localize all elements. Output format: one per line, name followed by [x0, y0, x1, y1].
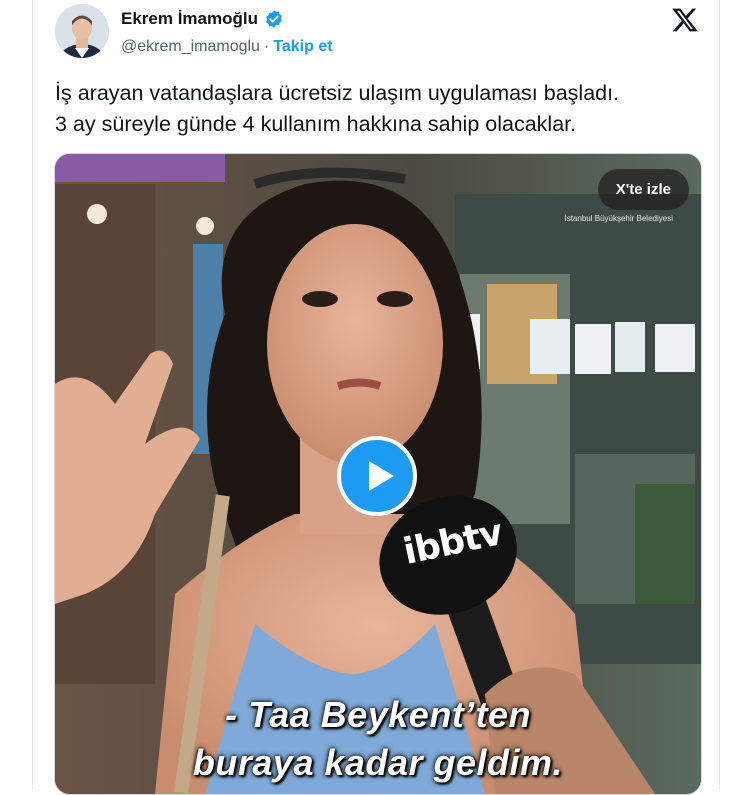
tweet-text: İş arayan vatandaşlara ücretsiz ulaşım u… — [55, 78, 705, 140]
channel-logo-text: İstanbul Büyükşehir Belediyesi — [564, 214, 673, 223]
author-handle-row: @ekrem_imamoglu · Takip et — [121, 38, 333, 56]
video-subtitle-line: buraya kadar geldim. — [192, 742, 564, 783]
author-handle[interactable]: @ekrem_imamoglu — [121, 38, 260, 56]
separator-dot: · — [263, 38, 270, 55]
tweet-text-line: 3 ay süreyle günde 4 kullanım hakkına sa… — [55, 112, 577, 136]
verified-badge-icon — [266, 10, 282, 28]
x-logo-icon[interactable] — [671, 6, 699, 34]
watch-on-x-button[interactable]: X'te izle — [597, 169, 689, 210]
author-name-row: Ekrem İmamoğlu — [121, 9, 284, 29]
tweet-text-line: İş arayan vatandaşlara ücretsiz ulaşım u… — [55, 81, 620, 105]
author-name[interactable]: Ekrem İmamoğlu — [121, 9, 258, 29]
avatar-image — [55, 4, 109, 58]
tweet-card: Ekrem İmamoğlu @ekrem_imamoglu · Takip e… — [32, 0, 720, 795]
video-player[interactable]: ibbtv X'te izle İstanbul Büyükşehir Bele… — [54, 153, 702, 795]
avatar[interactable] — [55, 4, 109, 58]
follow-button[interactable]: Takip et — [273, 38, 332, 56]
video-subtitle-line: - Taa Beykent’ten — [225, 694, 531, 735]
play-icon[interactable] — [337, 436, 417, 516]
